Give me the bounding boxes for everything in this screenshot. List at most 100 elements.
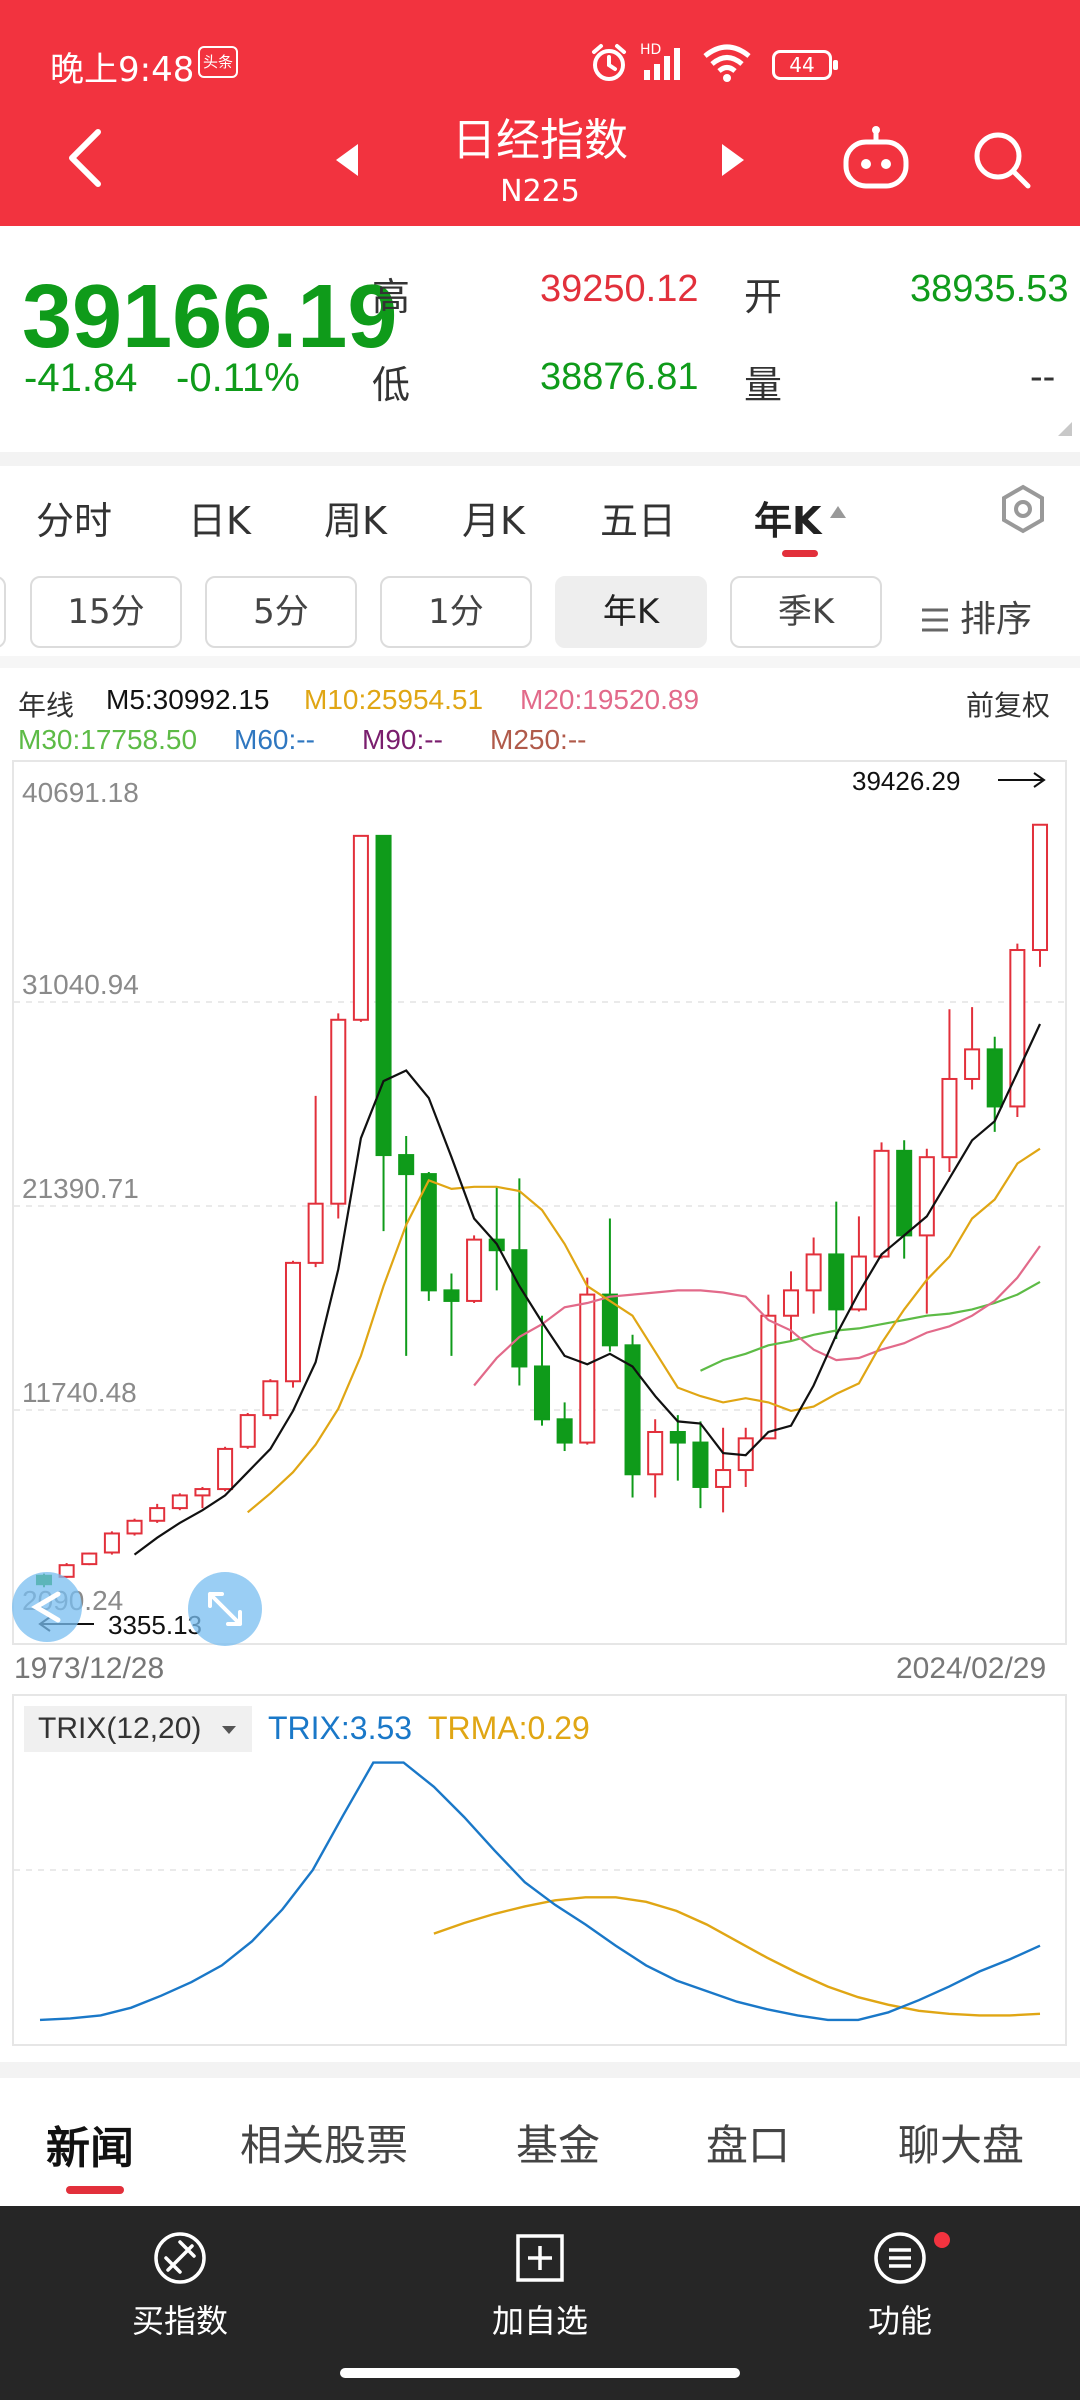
price-change: -41.84 (24, 356, 138, 400)
candle-body (352, 834, 369, 1021)
tab-five-day[interactable]: 五日 (600, 490, 676, 545)
subtab-5min[interactable]: 5分 (205, 576, 357, 648)
notification-dot (934, 2232, 950, 2248)
price-change-percent: -0.11% (176, 356, 300, 400)
page-title: 日经指数 (452, 115, 628, 166)
tab-order-book[interactable]: 盘口 (706, 2112, 790, 2173)
add-watchlist-button[interactable]: 加自选 (440, 2228, 640, 2342)
candle-body (873, 1149, 890, 1258)
candle-body (805, 1253, 822, 1292)
candle-body (715, 1469, 732, 1488)
sort-button[interactable]: 排序 (920, 590, 1032, 642)
tab-news[interactable]: 新闻 (46, 2112, 134, 2176)
tab-related-stocks[interactable]: 相关股票 (240, 2112, 408, 2173)
functions-menu-icon (874, 2232, 926, 2284)
candle-body (941, 1077, 958, 1159)
add-box-icon (516, 2234, 564, 2282)
robot-assistant-icon[interactable] (840, 124, 912, 192)
ma30-line (700, 1280, 1041, 1372)
wifi-icon (703, 44, 751, 82)
candle-body (81, 1552, 98, 1566)
ma250-value: M250:-- (490, 724, 587, 755)
trma-line (433, 1896, 1041, 2017)
y-tick-label: 40691.18 (22, 777, 139, 808)
candle-body (262, 1380, 279, 1417)
low-value: 38876.81 (540, 356, 699, 398)
candle-body (986, 1048, 1003, 1108)
x-start-date: 1973/12/28 (14, 1652, 165, 1685)
candle-body (217, 1447, 234, 1491)
add-watchlist-label: 加自选 (491, 2302, 588, 2340)
kline-chart[interactable]: 40691.1831040.9421390.7111740.482090.243… (12, 760, 1067, 1645)
tab-daily-k[interactable]: 日K (188, 490, 251, 545)
subtab-yearly-k[interactable]: 年K (555, 576, 707, 648)
adjust-mode-button[interactable]: 前复权 (966, 684, 1050, 724)
quote-panel: 39166.19 -41.84 -0.11% 高 39250.12 开 3893… (0, 226, 1080, 458)
functions-button[interactable]: 功能 (800, 2228, 1000, 2342)
app-header: 晚上9:48 头条 HD 44 日经指数 N225 (0, 0, 1080, 226)
subtab-1min[interactable]: 1分 (380, 576, 532, 648)
corner-mark-icon (1058, 422, 1072, 436)
expand-icon (208, 1592, 242, 1626)
last-price: 39166.19 (22, 267, 398, 367)
indicator-selector[interactable]: TRIX(12,20) (24, 1706, 252, 1752)
candle-body (149, 1507, 166, 1522)
open-label: 开 (744, 275, 783, 319)
low-label: 低 (372, 363, 411, 407)
high-value: 39250.12 (540, 268, 699, 310)
candle-body (647, 1430, 664, 1476)
back-arrow-icon[interactable] (62, 126, 106, 190)
active-tab-indicator (782, 550, 818, 557)
max-arrow-icon (998, 772, 1046, 788)
reset-view-button[interactable] (12, 1572, 82, 1642)
functions-label: 功能 (867, 2302, 932, 2340)
high-label: 高 (372, 275, 411, 319)
candle-body (782, 1289, 800, 1317)
trma-value: TRMA:0.29 (428, 1710, 590, 1746)
arrow-left-icon (31, 1591, 61, 1623)
sub-period-bar: 15分 5分 1分 年K 季K 排序 (0, 572, 1080, 652)
section-divider (0, 2062, 1080, 2078)
section-divider (0, 656, 1080, 668)
candle-body (284, 1261, 302, 1383)
candle-body (918, 1156, 935, 1237)
home-indicator (340, 2368, 740, 2378)
alarm-icon (592, 44, 626, 81)
ma10-value: M10:25954.51 (304, 684, 484, 715)
ma20-value: M20:19520.89 (520, 684, 700, 715)
candle-body (964, 1048, 981, 1080)
tab-weekly-k[interactable]: 周K (324, 490, 387, 545)
battery-indicator: 44 (772, 50, 838, 80)
tab-funds[interactable]: 基金 (516, 2112, 600, 2173)
tab-market-chat[interactable]: 聊大盘 (898, 2112, 1024, 2173)
candle-body (1031, 823, 1049, 952)
tab-yearly-k[interactable]: 年K (754, 490, 821, 545)
buy-index-button[interactable]: 买指数 (80, 2228, 280, 2342)
candle-body (579, 1293, 596, 1444)
candle-body (828, 1253, 845, 1311)
indicator-selector-label: TRIX(12,20) (38, 1712, 202, 1745)
volume-value: -- (1030, 356, 1056, 398)
subtab-quarterly-k[interactable]: 季K (730, 576, 882, 648)
candle-body (194, 1488, 211, 1497)
buy-index-label: 买指数 (131, 2302, 228, 2340)
y-tick-label: 11740.48 (22, 1377, 137, 1408)
kline-chart-canvas: 40691.1831040.9421390.7111740.482090.243… (14, 766, 1065, 1640)
settings-hexagon-icon[interactable] (998, 484, 1048, 534)
candle-body (126, 1519, 143, 1535)
menu-lines-icon (922, 608, 948, 632)
y-tick-label: 21390.71 (22, 1173, 139, 1204)
sort-label: 排序 (960, 599, 1033, 640)
ma30-value: M30:17758.50 (18, 724, 198, 755)
search-icon[interactable] (970, 128, 1034, 192)
subtab-scroll-edge (0, 576, 6, 648)
subtab-15min[interactable]: 15分 (30, 576, 182, 648)
tab-intraday[interactable]: 分时 (36, 490, 112, 545)
candle-body (171, 1494, 188, 1510)
fullscreen-button[interactable] (188, 1572, 262, 1646)
next-index-icon[interactable] (718, 142, 748, 178)
candle-body (556, 1418, 573, 1444)
tab-monthly-k[interactable]: 月K (462, 490, 525, 545)
candle-body (760, 1314, 777, 1440)
candle-body (511, 1249, 528, 1368)
